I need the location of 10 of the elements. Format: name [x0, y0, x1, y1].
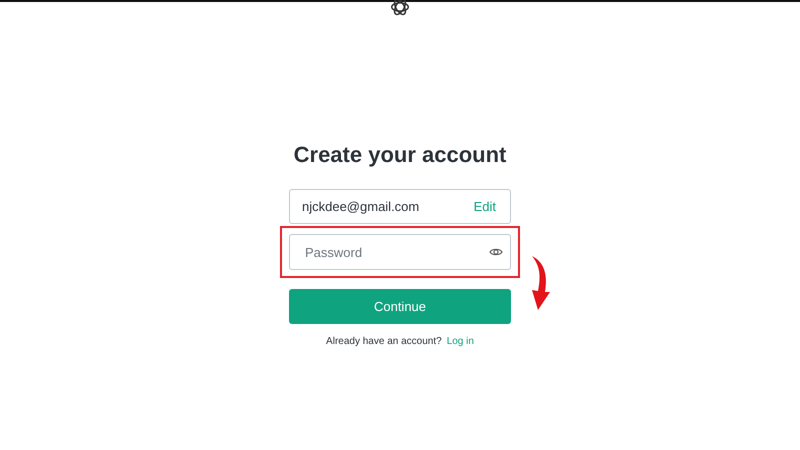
- login-link[interactable]: Log in: [446, 336, 474, 347]
- logo-icon: [389, 0, 411, 18]
- eye-icon[interactable]: [489, 247, 503, 257]
- password-field[interactable]: Password: [289, 234, 511, 270]
- edit-link[interactable]: Edit: [474, 199, 496, 214]
- email-field[interactable]: njckdee@gmail.com Edit: [289, 189, 511, 224]
- email-value: njckdee@gmail.com: [302, 199, 420, 214]
- footer-text: Already have an account?: [326, 336, 442, 347]
- page-title: Create your account: [292, 141, 508, 169]
- continue-button[interactable]: Continue: [289, 289, 511, 324]
